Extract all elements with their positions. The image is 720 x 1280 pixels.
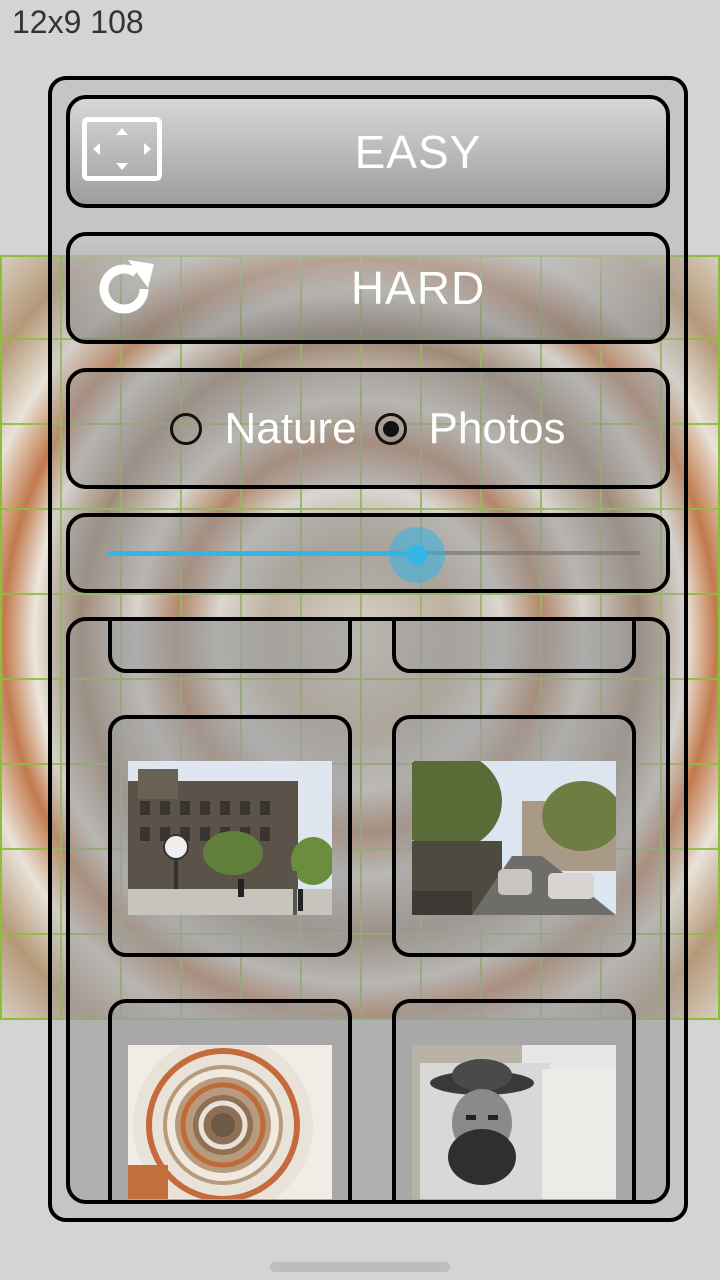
puzzle-info-text: 12x9 108: [12, 4, 144, 40]
gallery-card-building[interactable]: [108, 715, 352, 957]
easy-button[interactable]: EASY: [66, 95, 670, 208]
portrait-drawing-photo: [412, 1045, 616, 1199]
slider-fill: [108, 551, 417, 556]
slider-thumb[interactable]: [406, 545, 427, 565]
hard-label: HARD: [350, 262, 486, 314]
category-selector: Nature Photos: [66, 368, 670, 489]
radio-nature-circle[interactable]: [170, 412, 203, 445]
home-indicator[interactable]: [270, 1262, 450, 1272]
image-gallery: [66, 617, 670, 1204]
radio-nature[interactable]: Nature: [170, 403, 357, 454]
street-photo: [412, 761, 616, 915]
radio-nature-label: Nature: [224, 403, 357, 453]
radio-photos-circle[interactable]: [374, 412, 407, 445]
radio-selected-dot: [382, 420, 399, 437]
gallery-card[interactable]: [108, 621, 352, 673]
gallery-card[interactable]: [392, 621, 636, 673]
easy-label: EASY: [354, 125, 482, 178]
gallery-card-staircase[interactable]: [108, 999, 352, 1200]
radio-photos-label: Photos: [428, 403, 566, 453]
gallery-card-portrait[interactable]: [392, 999, 636, 1200]
spiral-staircase-photo: [128, 1045, 332, 1199]
hard-button[interactable]: HARD: [66, 232, 670, 344]
gallery-card-street[interactable]: [392, 715, 636, 957]
radio-photos[interactable]: Photos: [374, 403, 566, 454]
difficulty-slider[interactable]: [66, 513, 670, 593]
building-photo: [128, 761, 332, 915]
